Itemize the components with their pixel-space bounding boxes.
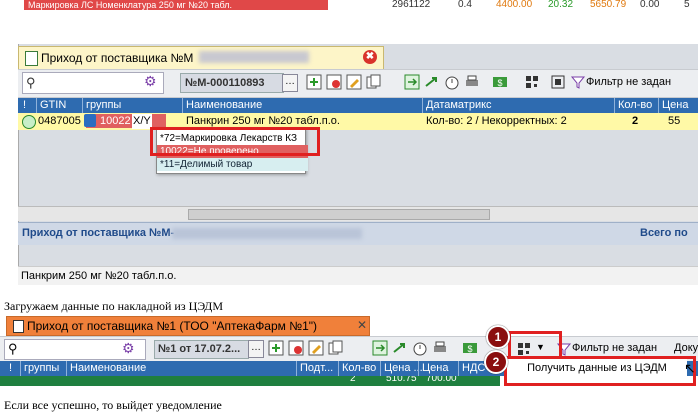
column-header[interactable]: Кол-во [614,98,652,113]
link-icon [84,114,96,127]
ellipsis-button[interactable]: … [282,74,298,92]
edit-icon[interactable] [346,74,362,90]
tab-title: Приход от поставщика №М [41,51,194,65]
column-header[interactable]: группы [82,98,121,113]
column-header[interactable]: НДС [458,361,485,376]
get-cedm-data-menu-item[interactable]: Получить данные из ЦЭДМ [507,359,687,377]
price-cell: 55 [668,115,681,127]
close-icon[interactable]: ✖ [363,50,377,64]
check-icon [22,115,36,129]
timer-icon[interactable] [412,340,428,356]
price-cell: 700.00 [426,376,457,384]
scrollbar-thumb[interactable] [188,209,490,220]
dropdown-item[interactable]: *11=Делимый товар [157,158,308,171]
horizontal-scrollbar[interactable] [18,206,698,221]
table-row[interactable]: 2 510.75 700.00 [0,376,500,386]
step-badge: 1 [486,325,510,349]
price-cell: 510.75 [386,376,417,384]
column-header[interactable]: ! [6,361,12,376]
delete-icon[interactable] [288,340,304,356]
svg-text:$: $ [497,78,502,88]
column-header[interactable]: Датаматрикс [422,98,492,113]
datamatrix-cell: Кол-во: 2 / Некорректных: 2 [426,115,567,127]
document-tab-1[interactable]: Приход от поставщика №М ✖ [18,46,384,69]
gear-icon[interactable]: ⚙ [122,340,135,357]
document-icon [25,51,38,66]
highlight-frame [150,127,320,156]
column-header[interactable]: Подт... [296,361,333,376]
background-table-strip: Маркировка ЛС Номенклатура 250 мг №20 та… [0,0,698,14]
redacted-text [172,228,362,239]
status-bar: Панкрим 250 мг №20 табл.п.о. [18,266,698,285]
value-cell: 5 [684,0,690,10]
table-header-1: ! GTIN группы Наименование Датаматрикс К… [18,98,698,113]
print-icon[interactable] [464,74,480,90]
document-tab-2[interactable]: Приход от поставщика №1 (ТОО "АптекаФарм… [6,316,370,336]
timer-icon[interactable] [444,74,460,90]
group-code: 10022 [100,115,131,127]
table-row[interactable]: 0487005 10022 X/Y Панкрин 250 мг №20 таб… [18,113,698,130]
value-cell: 4400.00 [496,0,533,10]
document-menu[interactable]: Доку [674,342,698,354]
barcode-icon[interactable] [524,74,540,90]
arrow-icon[interactable] [392,340,408,356]
search-input[interactable]: ⚲ [22,72,164,94]
value-cell: 0.00 [640,0,660,10]
redacted-text [199,51,309,63]
search-icon: ⚲ [26,75,36,90]
arrow-icon[interactable] [424,74,440,90]
column-header[interactable]: Цена [658,98,688,113]
svg-text:$: $ [467,344,472,354]
document-icon [13,320,24,333]
export-icon[interactable] [372,340,388,356]
column-header[interactable]: Кол-во [338,361,376,376]
footer-title: Приход от поставщика №М- [22,227,175,239]
close-icon[interactable]: ✕ [357,318,367,332]
add-icon[interactable] [306,74,322,90]
column-header[interactable]: Цена ... [380,361,423,376]
qr-icon[interactable] [550,74,566,90]
filter-icon[interactable] [570,74,586,90]
print-icon[interactable] [432,340,448,356]
footer-bar: Приход от поставщика №М- Всего по [18,222,698,245]
copy-icon[interactable] [328,340,344,356]
document-number-field[interactable]: №М-000110893 [180,73,284,93]
footer-total: Всего по [640,227,688,239]
value-cell: 5650.79 [590,0,627,10]
qty-cell: 2 [632,115,639,127]
money-icon[interactable]: $ [462,340,478,356]
add-icon[interactable] [268,340,284,356]
column-header[interactable]: Цена [418,361,448,376]
column-header[interactable]: ! [20,98,26,113]
delete-icon[interactable] [326,74,342,90]
column-header[interactable]: Наименование [66,361,146,376]
ellipsis-button[interactable]: … [248,340,264,358]
caption-text: Если все успешно, то выйдет уведомление [4,398,222,412]
tab-title: Приход от поставщика №1 (ТОО "АптекаФарм… [27,319,318,333]
money-icon[interactable]: $ [492,74,508,90]
value-cell: 2961122 [392,0,431,10]
copy-icon[interactable] [366,74,382,90]
filter-dropdown[interactable]: Фильтр не задан [572,342,657,354]
background-row-highlight: Маркировка ЛС Номенклатура 250 мг №20 та… [24,0,328,10]
export-icon[interactable] [404,74,420,90]
search-icon: ⚲ [8,341,18,356]
group-tag[interactable]: X/Y [132,114,152,129]
caption-text: Загружаем данные по накладной из ЦЭДМ [4,299,224,313]
qty-cell: 2 [350,376,356,384]
column-header[interactable]: GTIN [36,98,66,113]
gtin-cell: 0487005 [38,115,81,127]
toolbar-1: ⚲ ⚙ №М-000110893 … $ Фильтр не задан [18,69,698,98]
value-cell: 20.32 [548,0,574,10]
column-header[interactable]: Наименование [182,98,262,113]
column-header[interactable]: группы [20,361,59,376]
document-number-field[interactable]: №1 от 17.07.2... [154,340,249,359]
value-cell: 0.4 [458,0,472,10]
step-badge: 2 [484,350,508,374]
gear-icon[interactable]: ⚙ [144,73,157,90]
edit-icon[interactable] [308,340,324,356]
mouse-cursor-icon: ↖ [684,360,696,376]
filter-dropdown[interactable]: Фильтр не задан [586,74,671,90]
